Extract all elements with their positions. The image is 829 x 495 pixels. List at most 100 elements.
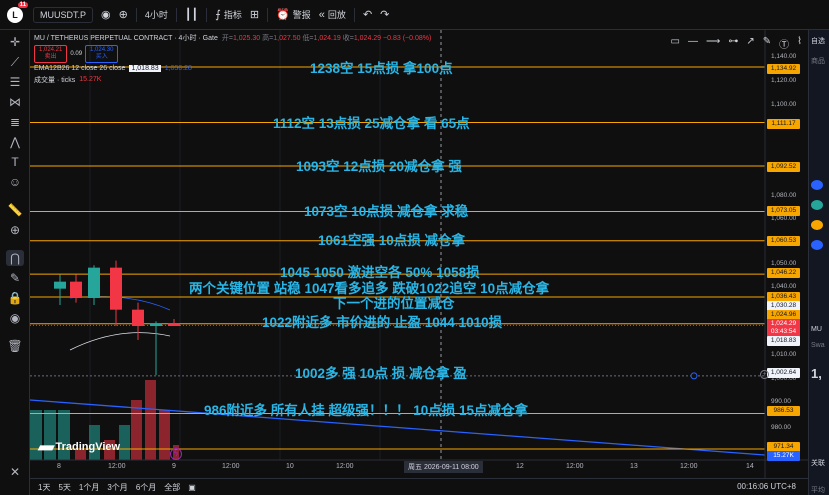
candle-body [70, 281, 82, 299]
trendline-icon[interactable]: ⟋ [6, 54, 24, 70]
detail-related[interactable]: 关联 [811, 458, 825, 468]
candle-body [150, 323, 162, 327]
price-tick: 1,050.00 [771, 260, 797, 267]
price-tick: 990.00 [771, 398, 791, 405]
brush-tool-icon[interactable]: ⌇ [797, 36, 802, 51]
price-label: 1,092.52 [767, 162, 800, 172]
range-all[interactable]: 全部 [164, 482, 180, 493]
indicator-icon: ⨍ [215, 9, 221, 21]
pen-tool-icon[interactable]: ✎ [763, 36, 771, 51]
indicators-button[interactable]: ⨍ 指标 [215, 8, 242, 21]
redo-button[interactable]: ↷ [380, 8, 389, 21]
user-avatar[interactable]: L 11 [7, 1, 28, 23]
drawing-object-tools: ▭ — ⟶ ⊶ ↗ ✎ Ⓣ ⌇ [671, 36, 802, 51]
range-1d[interactable]: 1天 [38, 482, 50, 493]
volume-bar [119, 425, 130, 460]
lightning-icon[interactable]: ϟ [170, 448, 182, 460]
range-6m[interactable]: 6个月 [136, 482, 156, 493]
layout-button[interactable]: ⊞ [250, 8, 259, 21]
emoji-icon[interactable]: ☺ [6, 174, 24, 190]
buy-button[interactable]: 1,024.30 买入 [85, 45, 119, 63]
price-tick: 1,060.00 [771, 215, 797, 222]
crosshair-icon[interactable]: ✛ [6, 34, 24, 50]
tv-logo-icon: ▰▰ [38, 440, 55, 454]
alert-button[interactable]: ⏰ 警报 [276, 8, 311, 21]
candle-body [88, 267, 100, 299]
timezone-clock[interactable]: 00:16:06 UTC+8 [737, 482, 796, 491]
price-label-text: 971.34 [773, 443, 794, 450]
fib-icon[interactable]: ≣ [6, 114, 24, 130]
sell-label: 卖出 [44, 54, 57, 60]
annotation-text: 下一个进的位置减仓 [333, 296, 455, 311]
text-icon[interactable]: T [6, 154, 24, 170]
symbol-search-button[interactable]: MUUSDT.P [33, 6, 94, 23]
toolbar-divider [135, 7, 137, 22]
annotation-text: 1093空 12点损 20减仓拿 强 [296, 159, 462, 174]
annotation-text: 1112空 13点损 25减仓拿 看 65点 [273, 116, 470, 131]
tradingview-logo[interactable]: ▰▰ TradingView [38, 440, 120, 454]
ruler-icon[interactable]: 📏 [6, 202, 24, 218]
price-label: 1,134.92 [767, 64, 800, 74]
trash-icon[interactable]: 🗑 [6, 338, 24, 354]
stay-drawing-icon[interactable]: ✎ [6, 270, 24, 286]
lock-icon[interactable]: 🔒 [6, 290, 24, 306]
watchlist-icon[interactable] [811, 180, 823, 190]
arrow-tool-icon[interactable]: ↗ [746, 36, 754, 51]
star-icon[interactable]: ✕ [6, 464, 24, 480]
watchlist-icon[interactable] [811, 240, 823, 250]
price-label-text: 1,002.64 [770, 369, 797, 376]
layout-icon[interactable]: ▭ [671, 36, 680, 51]
price-label-text: 15.27K [773, 452, 794, 459]
hline-tool-icon[interactable]: ⊶ [728, 36, 738, 51]
toolbar-divider [175, 7, 177, 22]
replay-button[interactable]: «回放 [319, 8, 346, 21]
chart-legend: MU / TETHERUS PERPETUAL CONTRACT · 4小时 ·… [34, 32, 431, 85]
l-value: 1,024.19 [313, 34, 341, 42]
watch-eye-button[interactable]: ◉ [101, 8, 111, 21]
chart-pane[interactable]: MU / TETHERUS PERPETUAL CONTRACT · 4小时 ·… [30, 30, 808, 478]
price-tick: 1,080.00 [771, 192, 797, 199]
undo-button[interactable]: ↶ [363, 8, 372, 21]
horizontal-line-icon[interactable]: ☰ [6, 74, 24, 90]
l-label: 低= [302, 34, 314, 42]
change-value: −0.83 (−0.08%) [383, 34, 432, 42]
range-3m[interactable]: 3个月 [107, 482, 127, 493]
redo-icon: ↷ [380, 9, 390, 21]
add-alert-icon[interactable]: + [760, 370, 769, 379]
calendar-icon[interactable]: ▣ [188, 483, 196, 492]
range-5d[interactable]: 5天 [58, 482, 70, 493]
rewind-icon: « [318, 8, 325, 21]
price-label-text: 1,092.52 [770, 163, 797, 170]
notification-badge: 11 [17, 1, 28, 8]
price-label-text: 1,036.43 [770, 293, 797, 300]
zoom-icon[interactable]: ⊕ [6, 222, 24, 238]
line-tool-icon[interactable]: — [688, 36, 698, 51]
ema-line [69, 332, 171, 351]
range-1m[interactable]: 1个月 [79, 482, 99, 493]
pattern-icon[interactable]: ⋀ [6, 134, 24, 150]
watchlist-tab[interactable]: 自选 [811, 36, 825, 46]
time-tick: 14 [746, 463, 754, 470]
chart-type-button[interactable]: ┃┃ [185, 8, 198, 21]
c-label: 收= [342, 34, 354, 42]
ray-tool-icon[interactable]: ⟶ [706, 36, 720, 51]
alarm-icon: ⏰ [276, 9, 290, 21]
sell-button[interactable]: 1,024.21 卖出 [34, 45, 68, 63]
toolbar-divider [206, 7, 208, 22]
time-tick: 10 [286, 463, 294, 470]
annotation-text: 1061空强 10点损 减仓拿 [318, 233, 466, 248]
watchlist-icon[interactable] [811, 220, 823, 230]
add-symbol-button[interactable]: ⊕ [119, 8, 128, 21]
text-tool-icon[interactable]: Ⓣ [779, 36, 789, 51]
time-tick: 12:00 [336, 463, 354, 470]
annotation-text: 1002多 强 10点 损 减仓拿 盈 [295, 366, 467, 381]
annotation-text: 1238空 15点损 拿100点 [310, 61, 453, 76]
visibility-icon[interactable]: ◉ [6, 310, 24, 326]
magnet-icon[interactable]: ⋂ [6, 250, 24, 266]
price-label: 1,060.53 [767, 236, 800, 246]
interval-button[interactable]: 4小时 [145, 8, 168, 21]
watchlist-icon[interactable] [811, 200, 823, 210]
time-tick: 12:00 [566, 463, 584, 470]
candle-body [54, 281, 66, 289]
pitchfork-icon[interactable]: ⋈ [6, 94, 24, 110]
